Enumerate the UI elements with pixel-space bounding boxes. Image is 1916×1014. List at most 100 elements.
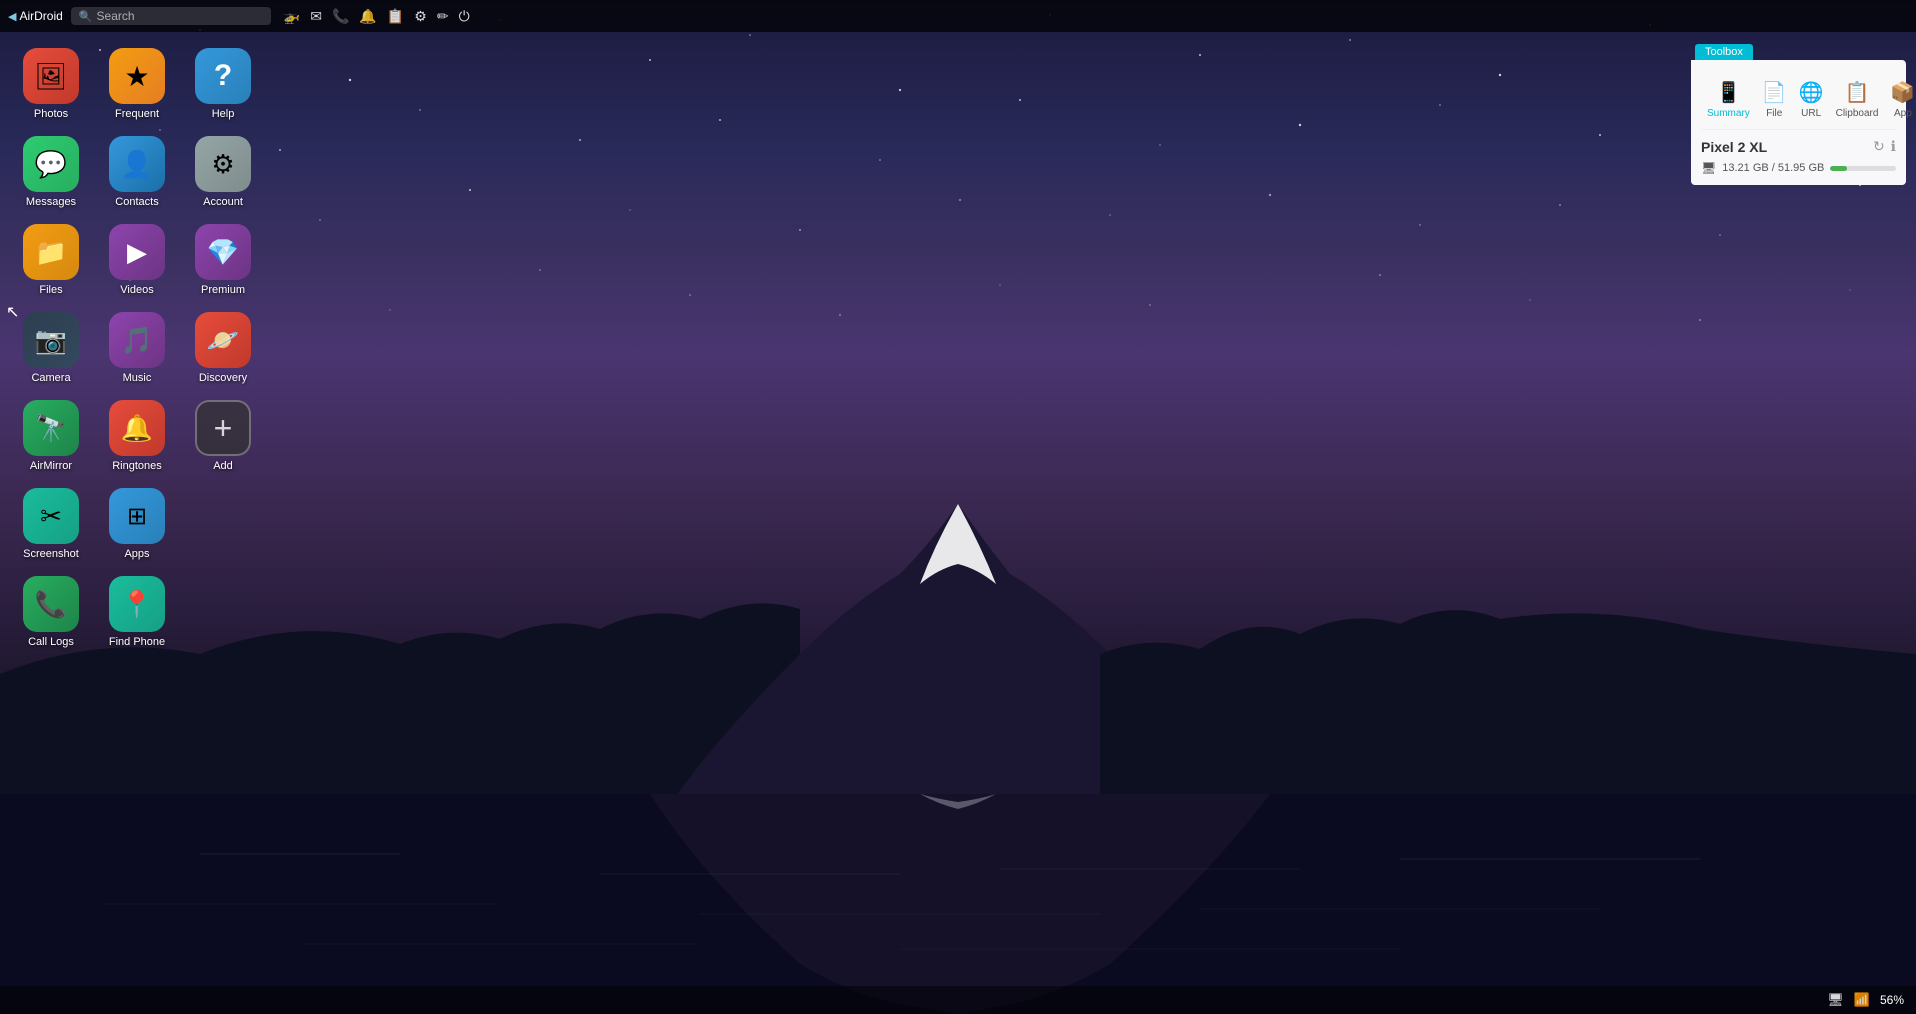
files-icon: 📁 [23, 224, 79, 280]
app-music[interactable]: 🎵 Music [96, 306, 178, 390]
app-row-2: 💬 Messages 👤 Contacts ⚙ Account [10, 130, 264, 214]
toolbox-app-btn[interactable]: 📦 App [1884, 76, 1916, 123]
clipboard-tb-label: Clipboard [1836, 108, 1879, 119]
notification-icon[interactable]: 🔔 [359, 8, 376, 25]
app-row-5: 🔭 AirMirror 🔔 Ringtones + Add [10, 394, 264, 478]
app-videos[interactable]: ▶ Videos [96, 218, 178, 302]
airmirror-label: AirMirror [30, 460, 72, 472]
messages-icon: 💬 [23, 136, 79, 192]
statusbar: 🖥 📶 56% [0, 986, 1916, 1014]
toolbox-icons-row: 📱 Summary 📄 File 🌐 URL 📋 Clipboard 📦 App [1701, 70, 1896, 130]
storage-text: 13.21 GB / 51.95 GB [1722, 162, 1824, 174]
app-calllogs[interactable]: 📞 Call Logs [10, 570, 92, 654]
frequent-icon: ★ [109, 48, 165, 104]
url-label: URL [1801, 108, 1821, 119]
calllogs-icon: 📞 [23, 576, 79, 632]
premium-label: Premium [201, 284, 245, 296]
search-icon: 🔍 [79, 10, 93, 23]
photos-label: Photos [34, 108, 68, 120]
search-input[interactable] [97, 9, 247, 23]
account-label: Account [203, 196, 243, 208]
app-airmirror[interactable]: 🔭 AirMirror [10, 394, 92, 478]
add-icon: + [195, 400, 251, 456]
help-icon: ? [195, 48, 251, 104]
screenshot-icon: ✂ [23, 488, 79, 544]
power-icon[interactable]: ⏻ [459, 8, 470, 25]
clipboard-icon[interactable]: 📋 [387, 8, 404, 25]
monitor-icon: 🖥 [1827, 992, 1844, 1008]
videos-icon: ▶ [109, 224, 165, 280]
app-messages[interactable]: 💬 Messages [10, 130, 92, 214]
wifi-icon: 📶 [1854, 992, 1870, 1008]
app-row-1: 🖼 Photos ★ Frequent ? Help [10, 42, 264, 126]
app-row-3: 📁 Files ▶ Videos 💎 Premium [10, 218, 264, 302]
app-frequent[interactable]: ★ Frequent [96, 42, 178, 126]
info-btn[interactable]: ℹ [1891, 138, 1896, 155]
edit-icon[interactable]: ✏ [437, 8, 449, 25]
storage-icon: 🖥 [1701, 161, 1716, 175]
app-contacts[interactable]: 👤 Contacts [96, 130, 178, 214]
search-bar[interactable]: 🔍 [71, 7, 271, 25]
app-row-6: ✂ Screenshot ⊞ Apps [10, 482, 264, 566]
summary-icon: 📱 [1716, 80, 1741, 105]
refresh-btn[interactable]: ↻ [1873, 138, 1885, 155]
settings-icon[interactable]: ⚙ [414, 8, 427, 25]
messages-label: Messages [26, 196, 76, 208]
findphone-icon: 📍 [109, 576, 165, 632]
app-row-4: 📷 Camera 🎵 Music 🪐 Discovery [10, 306, 264, 390]
app-discovery[interactable]: 🪐 Discovery [182, 306, 264, 390]
app-premium[interactable]: 💎 Premium [182, 218, 264, 302]
frequent-label: Frequent [115, 108, 159, 120]
water-reflection [0, 794, 1916, 1014]
app-tb-icon: 📦 [1890, 80, 1915, 105]
toolbox-file-btn[interactable]: 📄 File [1756, 76, 1793, 123]
app-help[interactable]: ? Help [182, 42, 264, 126]
email-icon[interactable]: ✉ [310, 8, 322, 25]
app-add[interactable]: + Add [182, 394, 264, 478]
mountain-silhouette [0, 454, 1916, 834]
device-actions: ↻ ℹ [1873, 138, 1896, 155]
app-row-7: 📞 Call Logs 📍 Find Phone [10, 570, 264, 654]
ringtones-label: Ringtones [112, 460, 162, 472]
device-name: Pixel 2 XL [1701, 139, 1767, 155]
app-files[interactable]: 📁 Files [10, 218, 92, 302]
clipboard-tb-icon: 📋 [1845, 80, 1870, 105]
screenshot-label: Screenshot [23, 548, 79, 560]
app-ringtones[interactable]: 🔔 Ringtones [96, 394, 178, 478]
calllogs-label: Call Logs [28, 636, 74, 648]
app-account[interactable]: ⚙ Account [182, 130, 264, 214]
drone-icon[interactable]: 🚁 [283, 8, 300, 25]
music-icon: 🎵 [109, 312, 165, 368]
contacts-icon: 👤 [109, 136, 165, 192]
toolbox-inner: 📱 Summary 📄 File 🌐 URL 📋 Clipboard 📦 App… [1691, 60, 1906, 185]
app-findphone[interactable]: 📍 Find Phone [96, 570, 178, 654]
phone-icon[interactable]: 📞 [332, 8, 349, 25]
toolbox-tab[interactable]: Toolbox [1695, 44, 1753, 60]
apps-label: Apps [124, 548, 149, 560]
app-screenshot[interactable]: ✂ Screenshot [10, 482, 92, 566]
account-icon: ⚙ [195, 136, 251, 192]
storage-row: 🖥 13.21 GB / 51.95 GB [1701, 161, 1896, 175]
premium-icon: 💎 [195, 224, 251, 280]
videos-label: Videos [120, 284, 153, 296]
discovery-label: Discovery [199, 372, 247, 384]
app-camera[interactable]: 📷 Camera [10, 306, 92, 390]
file-label: File [1766, 108, 1782, 119]
storage-bar [1830, 166, 1896, 171]
toolbox-clipboard-btn[interactable]: 📋 Clipboard [1830, 76, 1885, 123]
help-label: Help [212, 108, 235, 120]
app-apps[interactable]: ⊞ Apps [96, 482, 178, 566]
contacts-label: Contacts [115, 196, 158, 208]
toolbox-panel: Toolbox 📱 Summary 📄 File 🌐 URL 📋 Clipboa… [1691, 42, 1906, 185]
summary-label: Summary [1707, 108, 1750, 119]
airdroid-arrow-icon: ◀ [8, 10, 16, 23]
app-tb-label: App [1894, 108, 1912, 119]
storage-bar-fill [1830, 166, 1846, 171]
toolbox-url-btn[interactable]: 🌐 URL [1793, 76, 1830, 123]
app-photos[interactable]: 🖼 Photos [10, 42, 92, 126]
camera-icon: 📷 [23, 312, 79, 368]
toolbox-summary-btn[interactable]: 📱 Summary [1701, 76, 1756, 123]
add-label: Add [213, 460, 233, 472]
files-label: Files [39, 284, 62, 296]
discovery-icon: 🪐 [195, 312, 251, 368]
